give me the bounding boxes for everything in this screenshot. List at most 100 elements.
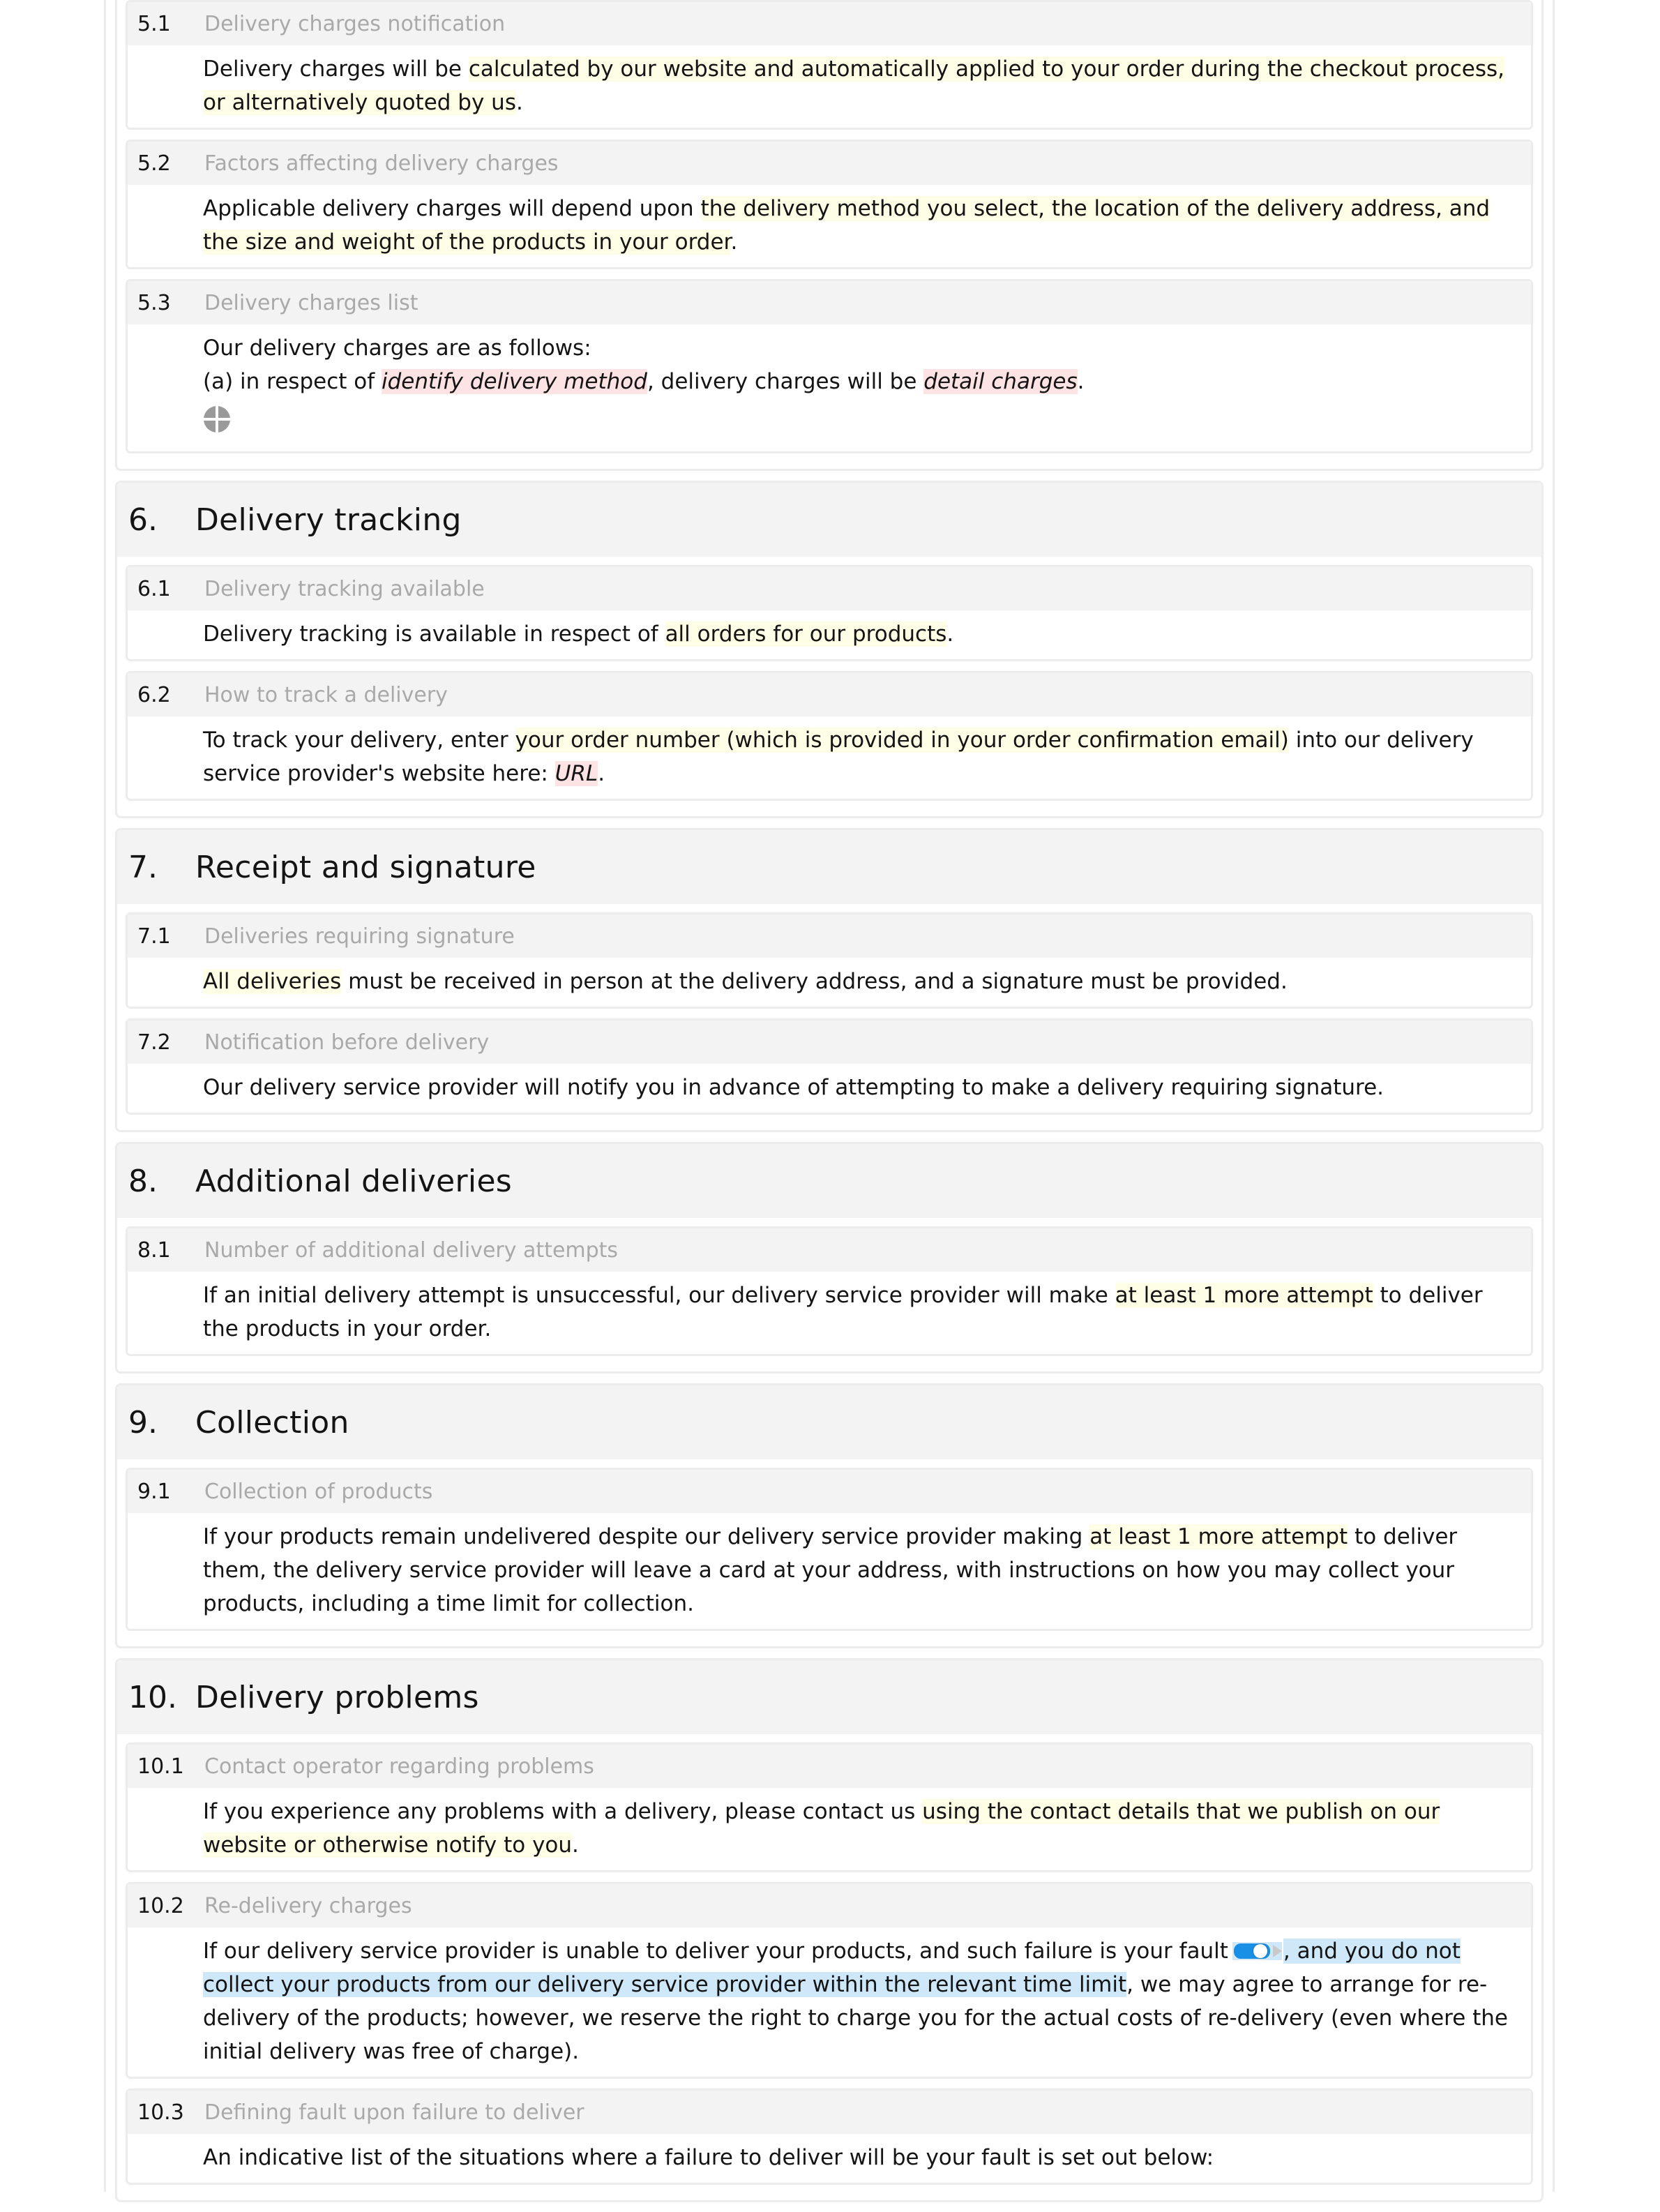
clause-7-2: 7.2 Notification before delivery Our deliv…: [126, 1018, 1533, 1115]
placeholder-field[interactable]: detail charges: [923, 369, 1078, 394]
text-segment: If an initial delivery attempt is unsucc…: [203, 1283, 1115, 1308]
clause-7-1: 7.1 Deliveries requiring signature All del…: [126, 912, 1533, 1009]
clause-paragraph[interactable]: Our delivery service provider will notif…: [203, 1071, 1517, 1104]
section-number: 8.: [128, 1163, 158, 1199]
clause-body[interactable]: Delivery tracking is available in respec…: [128, 610, 1531, 659]
text-segment: .: [598, 761, 605, 786]
clause-5-3: 5.3 Delivery charges list Our delivery cha…: [126, 279, 1533, 453]
clause-body[interactable]: To track your delivery, enter your order…: [128, 716, 1531, 799]
text-segment: .: [946, 622, 954, 647]
section-7: 7. Receipt and signature 7.1 Deliveries req…: [115, 828, 1544, 1132]
clause-paragraph[interactable]: If your products remain undelivered desp…: [203, 1520, 1517, 1620]
clause-heading[interactable]: 5.2 Factors affecting delivery charges: [128, 142, 1531, 185]
clause-heading[interactable]: 7.2 Notification before delivery: [128, 1021, 1531, 1064]
editable-variable[interactable]: your order number (which is provided in …: [515, 728, 1289, 753]
section-heading[interactable]: 10. Delivery problems: [117, 1660, 1541, 1734]
section-number: 6.: [128, 502, 158, 538]
editable-variable[interactable]: All deliveries: [203, 969, 342, 994]
text-segment: (a) in respect of: [203, 369, 382, 394]
clause-heading[interactable]: 7.1 Deliveries requiring signature: [128, 915, 1531, 958]
clause-paragraph[interactable]: If our delivery service provider is unab…: [203, 1934, 1517, 2068]
clause-number: 7.2: [137, 1030, 171, 1055]
section-9: 9. Collection 9.1 Collection of products If …: [115, 1383, 1544, 1648]
section-heading[interactable]: 7. Receipt and signature: [117, 830, 1541, 904]
text-segment: If our delivery service provider is unab…: [203, 1939, 1228, 1964]
clause-body[interactable]: All deliveries must be received in perso…: [128, 958, 1531, 1007]
clause-8-1: 8.1 Number of additional delivery attempt…: [126, 1226, 1533, 1356]
clause-heading[interactable]: 10.3 Defining fault upon failure to deliv…: [128, 2091, 1531, 2134]
section-6: 6. Delivery tracking 6.1 Delivery tracking …: [115, 481, 1544, 818]
clause-title: Number of additional delivery attempts: [204, 1237, 619, 1263]
text-segment: Applicable delivery charges will depend …: [203, 196, 701, 221]
editable-variable[interactable]: at least 1 more attempt: [1089, 1524, 1348, 1549]
clause-title: How to track a delivery: [204, 682, 448, 707]
clause-heading[interactable]: 6.2 How to track a delivery: [128, 673, 1531, 716]
text-segment: An indicative list of the situations whe…: [203, 2145, 1214, 2170]
clause-paragraph[interactable]: An indicative list of the situations whe…: [203, 2141, 1517, 2174]
placeholder-field[interactable]: identify delivery method: [381, 369, 647, 394]
clause-5-2: 5.2 Factors affecting delivery charges App…: [126, 140, 1533, 269]
clause-body[interactable]: If our delivery service provider is unab…: [128, 1927, 1531, 2077]
clause-10-2: 10.2 Re-delivery charges If our delivery s…: [126, 1882, 1533, 2079]
section-number: 7.: [128, 849, 158, 885]
clause-heading[interactable]: 10.1 Contact operator regarding problems: [128, 1745, 1531, 1788]
clause-number: 7.1: [137, 924, 171, 949]
toggle-switch-icon[interactable]: [1232, 1941, 1272, 1960]
clause-number: 5.2: [137, 151, 171, 176]
clause-paragraph[interactable]: If you experience any problems with a de…: [203, 1795, 1517, 1862]
text-segment: must be received in person at the delive…: [341, 969, 1288, 994]
clause-body[interactable]: If an initial delivery attempt is unsucc…: [128, 1272, 1531, 1354]
add-circle-icon[interactable]: [203, 405, 231, 433]
clause-title: Delivery charges list: [204, 290, 418, 315]
clause-body[interactable]: Delivery charges will be calculated by o…: [128, 45, 1531, 128]
clause-number: 5.1: [137, 11, 171, 36]
clause-heading[interactable]: 8.1 Number of additional delivery attempt…: [128, 1228, 1531, 1272]
clause-body[interactable]: If you experience any problems with a de…: [128, 1788, 1531, 1870]
clause-heading[interactable]: 5.1 Delivery charges notification: [128, 2, 1531, 45]
clause-title: Re-delivery charges: [204, 1893, 412, 1918]
clause-title: Deliveries requiring signature: [204, 924, 515, 949]
editable-variable[interactable]: all orders for our products: [665, 622, 947, 647]
clause-heading[interactable]: 6.1 Delivery tracking available: [128, 567, 1531, 610]
text-segment: Delivery charges will be: [203, 57, 469, 82]
toggle-knob[interactable]: [1253, 1943, 1267, 1958]
clause-5-1: 5.1 Delivery charges notification Delivery…: [126, 0, 1533, 130]
clause-number: 8.1: [137, 1237, 171, 1263]
clause-body[interactable]: An indicative list of the situations whe…: [128, 2134, 1531, 2183]
clause-6-2: 6.2 How to track a delivery To track your …: [126, 671, 1533, 801]
clause-body[interactable]: Our delivery service provider will notif…: [128, 1064, 1531, 1113]
clause-heading[interactable]: 10.2 Re-delivery charges: [128, 1884, 1531, 1927]
clause-heading[interactable]: 5.3 Delivery charges list: [128, 281, 1531, 324]
expand-arrow-icon[interactable]: [1272, 1944, 1282, 1957]
placeholder-field[interactable]: URL: [554, 761, 598, 786]
section-heading[interactable]: 6. Delivery tracking: [117, 483, 1541, 557]
clause-paragraph[interactable]: Applicable delivery charges will depend …: [203, 192, 1517, 259]
editable-variable[interactable]: at least 1 more attempt: [1115, 1283, 1373, 1308]
clause-paragraph[interactable]: Delivery charges will be calculated by o…: [203, 52, 1517, 119]
section-title: Delivery tracking: [195, 502, 462, 538]
clause-paragraph[interactable]: If an initial delivery attempt is unsucc…: [203, 1279, 1517, 1346]
clause-paragraph[interactable]: Delivery tracking is available in respec…: [203, 617, 1517, 651]
clause-paragraph[interactable]: Our delivery charges are as follows:: [203, 331, 1517, 365]
text-segment: If your products remain undelivered desp…: [203, 1524, 1090, 1549]
clause-body[interactable]: Applicable delivery charges will depend …: [128, 185, 1531, 267]
text-segment: Our delivery charges are as follows:: [203, 336, 591, 361]
text-segment: Our delivery service provider will notif…: [203, 1075, 1384, 1100]
clause-title: Delivery tracking available: [204, 576, 485, 601]
optional-text-toggle[interactable]: [1232, 1941, 1282, 1960]
clause-heading[interactable]: 9.1 Collection of products: [128, 1470, 1531, 1513]
section-heading[interactable]: 8. Additional deliveries: [117, 1144, 1541, 1218]
clause-number: 6.1: [137, 576, 171, 601]
clause-body[interactable]: If your products remain undelivered desp…: [128, 1513, 1531, 1629]
section-heading[interactable]: 9. Collection: [117, 1385, 1541, 1459]
page-edge-right: [1553, 0, 1555, 2192]
page-edge-left: [104, 0, 106, 2192]
clause-number: 10.2: [137, 1893, 184, 1918]
clause-body[interactable]: Our delivery charges are as follows: (a) …: [128, 324, 1531, 451]
clause-paragraph[interactable]: All deliveries must be received in perso…: [203, 965, 1517, 998]
section-number: 9.: [128, 1404, 158, 1440]
clause-paragraph[interactable]: (a) in respect of identify delivery meth…: [203, 365, 1517, 398]
clause-paragraph[interactable]: To track your delivery, enter your order…: [203, 723, 1517, 790]
section-8: 8. Additional deliveries 8.1 Number of addi…: [115, 1142, 1544, 1374]
section-title: Additional deliveries: [195, 1163, 513, 1199]
